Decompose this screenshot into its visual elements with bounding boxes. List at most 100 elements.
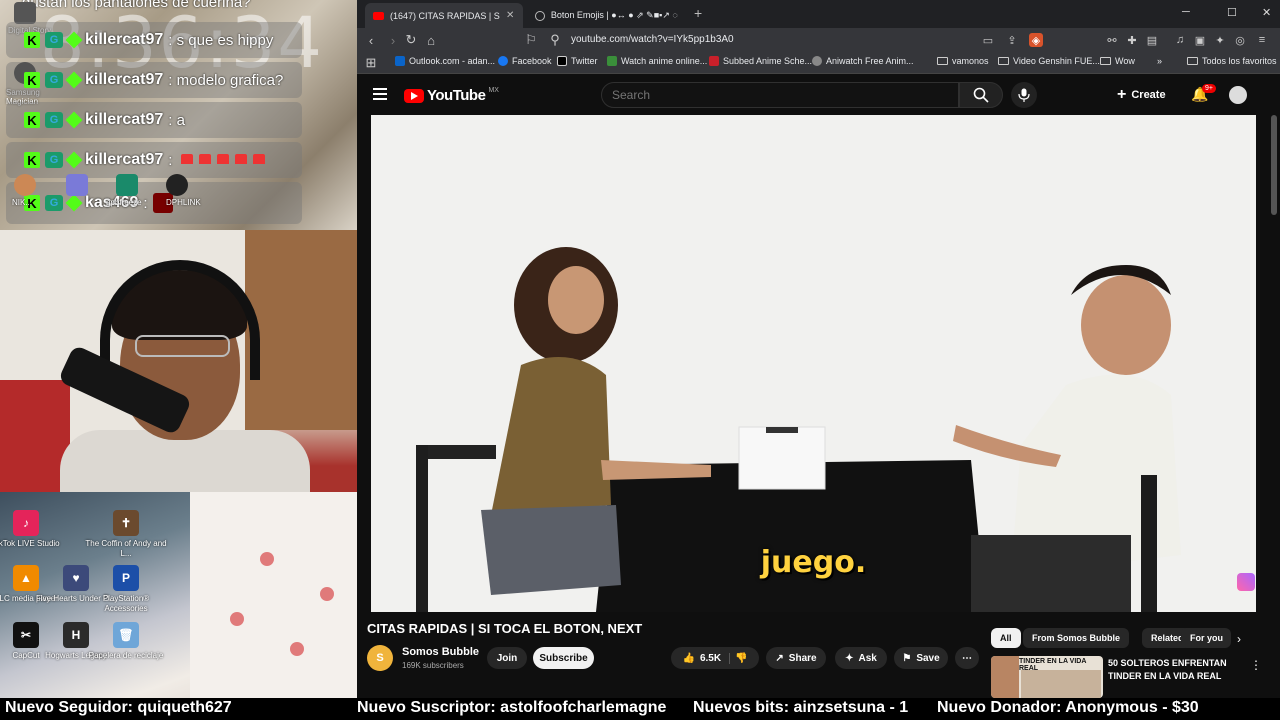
bookmark-watch-anime[interactable]: Watch anime online...: [607, 56, 707, 66]
bookmark-folder-wow[interactable]: Wow: [1100, 56, 1135, 66]
desktop-icon-playstation[interactable]: P PlayStation® Accessories: [83, 565, 169, 614]
chat-username[interactable]: killercat97: [85, 151, 163, 169]
leo-ai-icon[interactable]: ✦: [1213, 33, 1227, 47]
share-page-icon[interactable]: ⇪: [1005, 33, 1019, 47]
ppbfreeze-icon[interactable]: [116, 174, 138, 196]
bookmark-outlook[interactable]: Outlook.com - adan...: [395, 56, 495, 66]
desktop-icon-tiktok-live[interactable]: ♪ TikTok LIVE Studio: [0, 510, 69, 549]
cast-icon[interactable]: ▭: [981, 33, 995, 47]
folder-icon: [937, 57, 948, 65]
gift-badge-icon: G: [45, 32, 63, 48]
bookmark-icon[interactable]: ⚐: [523, 32, 539, 48]
wallet-icon[interactable]: ▣: [1193, 33, 1207, 47]
video-subtitle: juego.: [760, 545, 867, 580]
tab-boton-emojis[interactable]: Boton Emojis | ●↔ ● ⇗ ✎■▪↗ ◌: [527, 3, 687, 28]
sidebar-icon[interactable]: ▤: [1145, 33, 1159, 47]
vpn-icon[interactable]: ◎: [1233, 33, 1247, 47]
channel-avatar[interactable]: S: [367, 645, 393, 671]
save-label: Save: [916, 652, 940, 664]
join-button[interactable]: Join: [487, 647, 527, 669]
chat-username[interactable]: killercat97: [85, 31, 163, 49]
bookmark-twitter[interactable]: Twitter: [557, 56, 598, 66]
bookmark-folder-vamonos[interactable]: vamonos: [937, 56, 989, 66]
maximize-icon[interactable]: ☐: [1227, 6, 1237, 19]
more-vert-icon[interactable]: ⋮: [1250, 658, 1262, 672]
chrome-icon[interactable]: [66, 174, 88, 196]
hat-emote-icon: [199, 154, 212, 164]
bookmark-facebook[interactable]: Facebook: [498, 56, 552, 66]
back-icon[interactable]: ‹: [363, 32, 379, 48]
search-icon: [973, 87, 989, 103]
recommended-thumbnail[interactable]: TINDER EN LA VIDA REAL: [991, 656, 1103, 698]
reload-icon[interactable]: ↻: [403, 32, 419, 48]
tab-youtube[interactable]: (1647) CITAS RAPIDAS | SI TO... ✕: [365, 3, 523, 28]
close-tab-icon[interactable]: ✕: [506, 10, 514, 21]
bookmark-folder-genshin[interactable]: Video Genshin FUE...: [998, 56, 1100, 66]
minimize-icon[interactable]: ─: [1182, 6, 1190, 18]
close-window-icon[interactable]: ✕: [1262, 6, 1271, 19]
apps-grid-icon[interactable]: ⊞: [363, 55, 379, 71]
bookmark-label: Outlook.com - adan...: [409, 56, 496, 66]
create-button[interactable]: + Create: [1117, 84, 1166, 106]
home-icon[interactable]: ⌂: [423, 32, 439, 48]
globe-favicon-icon: [535, 10, 545, 21]
menu-icon[interactable]: ≡: [1255, 33, 1269, 47]
save-button[interactable]: ⚑ Save: [894, 647, 948, 669]
chat-username[interactable]: killercat97: [85, 111, 163, 129]
bookmark-aniwatch[interactable]: Aniwatch Free Anim...: [812, 56, 914, 66]
search-button[interactable]: [959, 82, 1003, 108]
page-scrollbar[interactable]: [1271, 115, 1277, 215]
ai-sparkle-icon[interactable]: [1237, 573, 1255, 591]
nik-icon[interactable]: [14, 174, 36, 196]
desktop-icon-label: PlayStation® Accessories: [102, 594, 150, 613]
chat-message: K G killercat97 : a: [6, 102, 302, 138]
thumbs-down-icon[interactable]: 👎: [735, 653, 747, 664]
search-input[interactable]: [601, 82, 959, 108]
digital-story-icon[interactable]: [14, 2, 36, 24]
notification-count-badge: 9+: [1202, 84, 1216, 93]
brave-shield-icon[interactable]: ◈: [1029, 33, 1043, 47]
subscribe-button[interactable]: Subscribe: [533, 647, 594, 669]
like-button[interactable]: 👍 6.5K: [682, 652, 731, 664]
ticker-subscriber: Nuevo Suscriptor: astolfoofcharlemagne: [357, 699, 667, 716]
extension-icon[interactable]: ⚯: [1105, 33, 1119, 47]
site-info-icon[interactable]: ⚲: [547, 32, 563, 48]
hamburger-menu-icon[interactable]: [373, 88, 387, 103]
new-tab-button[interactable]: +: [694, 5, 702, 21]
forward-icon[interactable]: ›: [385, 32, 401, 48]
voice-search-button[interactable]: [1011, 82, 1037, 108]
folder-icon: [1187, 57, 1198, 65]
gift-badge-icon: G: [45, 152, 63, 168]
address-bar[interactable]: youtube.com/watch?v=IYk5pp1b3A0: [571, 34, 734, 45]
diamond-badge-icon: [65, 71, 83, 89]
chip-all[interactable]: All: [991, 628, 1021, 648]
flower-decoration: [290, 642, 304, 656]
youtube-header: YouTube MX +Create 🔔 9+: [357, 75, 1280, 115]
chip-for-you[interactable]: For you: [1181, 628, 1231, 648]
account-avatar[interactable]: [1229, 86, 1247, 104]
recommended-title[interactable]: 50 SOLTEROS ENFRENTAN TINDER EN LA VIDA …: [1108, 657, 1248, 683]
puzzle-icon[interactable]: ✚: [1125, 33, 1139, 47]
channel-name[interactable]: Somos Bubble: [402, 646, 479, 658]
dphlink-icon[interactable]: [166, 174, 188, 196]
chat-username[interactable]: killercat97: [85, 71, 163, 89]
video-player[interactable]: juego.: [371, 115, 1256, 612]
folder-icon: [998, 57, 1009, 65]
youtube-logo[interactable]: YouTube MX: [404, 87, 499, 104]
chevron-right-icon[interactable]: ›: [1237, 632, 1241, 646]
bookmark-subbed-anime[interactable]: Subbed Anime Sche...: [709, 56, 812, 66]
recycle-bin-icon: 🗑: [113, 622, 139, 648]
bookmark-folder-all[interactable]: Todos los favoritos: [1187, 56, 1277, 66]
desktop-icon-coffin[interactable]: ✝ The Coffin of Andy and L...: [83, 510, 169, 559]
stream-overlay: 8:36:34 gustan los pantalones de cuerina…: [0, 0, 357, 698]
chip-from-channel[interactable]: From Somos Bubble: [1023, 628, 1130, 648]
music-icon[interactable]: ♫: [1173, 33, 1187, 47]
tab-title: Boton Emojis | ●↔ ● ⇗ ✎■▪↗ ◌: [550, 10, 678, 20]
bookmarks-overflow-icon[interactable]: »: [1157, 56, 1162, 66]
chat-message: K G killercat97 :: [6, 142, 302, 178]
share-button[interactable]: ↗ Share: [766, 647, 826, 669]
more-actions-icon[interactable]: ⋯: [955, 647, 979, 669]
desktop-icon-recycle-bin[interactable]: 🗑 Papelera de reciclaje: [83, 622, 169, 661]
ask-button[interactable]: ✦ Ask: [835, 647, 887, 669]
kick-badge-icon: K: [24, 112, 40, 128]
